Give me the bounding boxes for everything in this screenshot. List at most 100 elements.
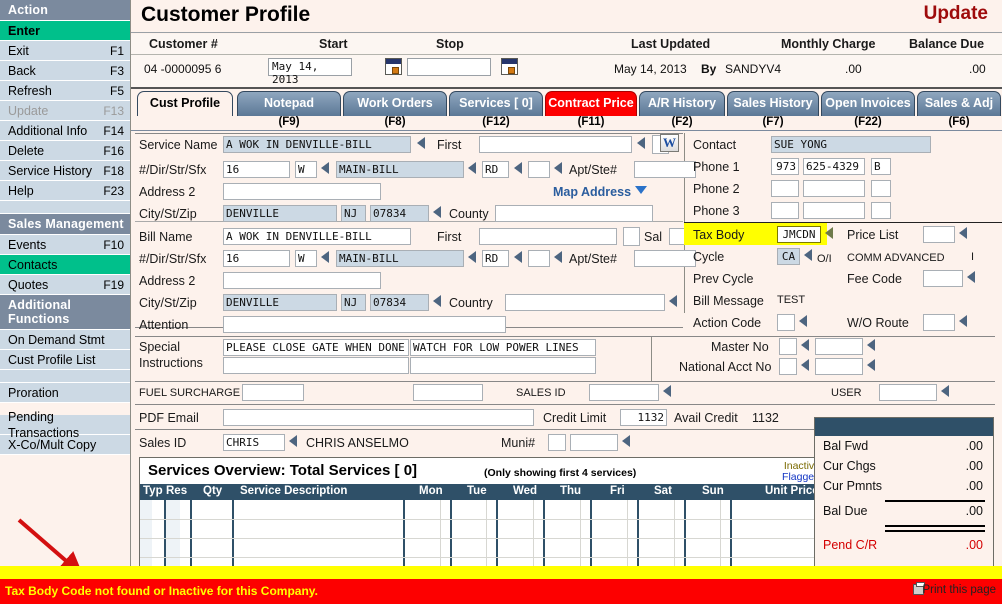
phone3-area-input[interactable] [771, 202, 799, 219]
muni-b-input[interactable] [570, 434, 618, 451]
service-name-lookup-arrow-icon[interactable] [417, 137, 425, 149]
bill-attention-input[interactable] [223, 316, 506, 333]
tab-services[interactable]: Services [ 0] [449, 91, 543, 116]
bill-street-lookup-arrow-icon[interactable] [468, 251, 476, 263]
bill-dir-input[interactable]: W [295, 250, 317, 267]
service-suffix2-input[interactable] [528, 161, 550, 178]
muni-lookup-arrow-icon[interactable] [622, 435, 630, 447]
tab-sales-adj[interactable]: Sales & Adj [917, 91, 1001, 116]
fee-code-lookup-arrow-icon[interactable] [967, 271, 975, 283]
bill-zip-input[interactable]: 07834 [370, 294, 429, 311]
service-number-input[interactable]: 16 [223, 161, 290, 178]
sidebar-item-enter[interactable]: Enter [0, 21, 130, 41]
service-zip-input[interactable]: 07834 [370, 205, 429, 222]
action-code-lookup-arrow-icon[interactable] [799, 315, 807, 327]
service-street-input[interactable]: MAIN-BILL [336, 161, 464, 178]
service-suffix-lookup-arrow-icon[interactable] [514, 162, 522, 174]
phone2-type-input[interactable] [871, 180, 891, 197]
tab-sales-history[interactable]: Sales History [727, 91, 819, 116]
sidebar-item-contacts[interactable]: Contacts [0, 255, 130, 275]
sidebar-item-on-demand-stmt[interactable]: On Demand Stmt [0, 330, 130, 350]
sidebar-item-cust-profile-list[interactable]: Cust Profile List [0, 350, 130, 370]
master-no-a-input[interactable] [779, 338, 797, 355]
bill-street-input[interactable]: MAIN-BILL [336, 250, 464, 267]
cycle-lookup-arrow-icon[interactable] [804, 249, 812, 261]
phone1-number-input[interactable]: 625-4329 [803, 158, 865, 175]
sidebar-item-pending-transactions[interactable]: Pending Transactions [0, 410, 130, 440]
bill-suffix-input[interactable]: RD [482, 250, 509, 267]
stop-date-input[interactable] [407, 58, 491, 76]
wo-route-input[interactable] [923, 314, 955, 331]
bill-city-input[interactable]: DENVILLE [223, 294, 337, 311]
sidebar-item-additional-info[interactable]: Additional Info F14 [0, 121, 130, 141]
stop-calendar-icon[interactable] [501, 58, 518, 75]
phone2-area-input[interactable] [771, 180, 799, 197]
service-first-lookup-arrow-icon[interactable] [637, 137, 645, 149]
sidebar-item-refresh[interactable]: Refresh F5 [0, 81, 130, 101]
phone2-number-input[interactable] [803, 180, 865, 197]
sidebar-item-help[interactable]: Help F23 [0, 181, 130, 201]
contact-input[interactable]: SUE YONG [771, 136, 931, 153]
bill-state-input[interactable]: NJ [341, 294, 366, 311]
fuel-surcharge-input[interactable] [242, 384, 304, 401]
credit-limit-input[interactable]: 1132 [620, 409, 667, 426]
service-suffix2-lookup-arrow-icon[interactable] [554, 162, 562, 174]
master-no-b-lookup-arrow-icon[interactable] [867, 339, 875, 351]
user-input[interactable] [879, 384, 937, 401]
special-instruction-1b[interactable]: WATCH FOR LOW POWER LINES [410, 339, 596, 356]
service-dir-lookup-arrow-icon[interactable] [321, 162, 329, 174]
sales-id-top-input[interactable] [589, 384, 659, 401]
table-row[interactable] [140, 538, 826, 539]
tab-ar-history[interactable]: A/R History [639, 91, 725, 116]
sales-id-input[interactable]: CHRIS [223, 434, 285, 451]
bill-dir-lookup-arrow-icon[interactable] [321, 251, 329, 263]
special-instruction-1a[interactable]: PLEASE CLOSE GATE WHEN DONE [223, 339, 409, 356]
fee-code-input[interactable] [923, 270, 963, 287]
bill-address2-input[interactable] [223, 272, 381, 289]
phone1-area-input[interactable]: 973 [771, 158, 799, 175]
bill-first-input[interactable] [479, 228, 617, 245]
word-export-icon[interactable]: W [660, 134, 679, 152]
tax-body-input[interactable]: JMCDN [777, 226, 821, 243]
sidebar-item-proration[interactable]: Proration [0, 383, 130, 403]
fuel-surcharge-secondary-input[interactable] [413, 384, 483, 401]
service-county-input[interactable] [495, 205, 653, 222]
bill-first-flag-input[interactable] [623, 227, 640, 246]
service-address2-input[interactable] [223, 183, 381, 200]
bill-country-lookup-arrow-icon[interactable] [669, 295, 677, 307]
service-name-input[interactable]: A WOK IN DENVILLE-BILL [223, 136, 411, 153]
tab-open-invoices[interactable]: Open Invoices [821, 91, 915, 116]
table-row[interactable] [140, 557, 826, 558]
wo-route-lookup-arrow-icon[interactable] [959, 315, 967, 327]
map-address-link[interactable]: Map Address [553, 185, 631, 199]
user-lookup-arrow-icon[interactable] [941, 385, 949, 397]
sales-id-top-lookup-arrow-icon[interactable] [663, 385, 671, 397]
service-zip-lookup-arrow-icon[interactable] [433, 206, 441, 218]
national-acct-b-lookup-arrow-icon[interactable] [867, 359, 875, 371]
service-first-input[interactable] [479, 136, 632, 153]
sidebar-item-events[interactable]: Events F10 [0, 235, 130, 255]
service-dir-input[interactable]: W [295, 161, 317, 178]
service-apt-input[interactable] [634, 161, 696, 178]
special-instruction-2b[interactable] [410, 357, 596, 374]
bill-number-input[interactable]: 16 [223, 250, 290, 267]
bill-country-input[interactable] [505, 294, 665, 311]
sidebar-item-exit[interactable]: Exit F1 [0, 41, 130, 61]
tax-body-lookup-arrow-icon[interactable] [825, 227, 833, 239]
table-row[interactable] [140, 519, 826, 520]
phone3-number-input[interactable] [803, 202, 865, 219]
tab-contract-price[interactable]: Contract Price [545, 91, 637, 116]
pdf-email-input[interactable] [223, 409, 534, 426]
national-acct-a-input[interactable] [779, 358, 797, 375]
service-street-lookup-arrow-icon[interactable] [468, 162, 476, 174]
special-instruction-2a[interactable] [223, 357, 409, 374]
print-this-page-link[interactable]: Print this page [922, 584, 996, 596]
bill-suffix-lookup-arrow-icon[interactable] [514, 251, 522, 263]
master-no-a-lookup-arrow-icon[interactable] [801, 339, 809, 351]
service-city-input[interactable]: DENVILLE [223, 205, 337, 222]
service-suffix-input[interactable]: RD [482, 161, 509, 178]
tab-work-orders[interactable]: Work Orders [343, 91, 447, 116]
service-state-input[interactable]: NJ [341, 205, 366, 222]
national-acct-a-lookup-arrow-icon[interactable] [801, 359, 809, 371]
master-no-b-input[interactable] [815, 338, 863, 355]
